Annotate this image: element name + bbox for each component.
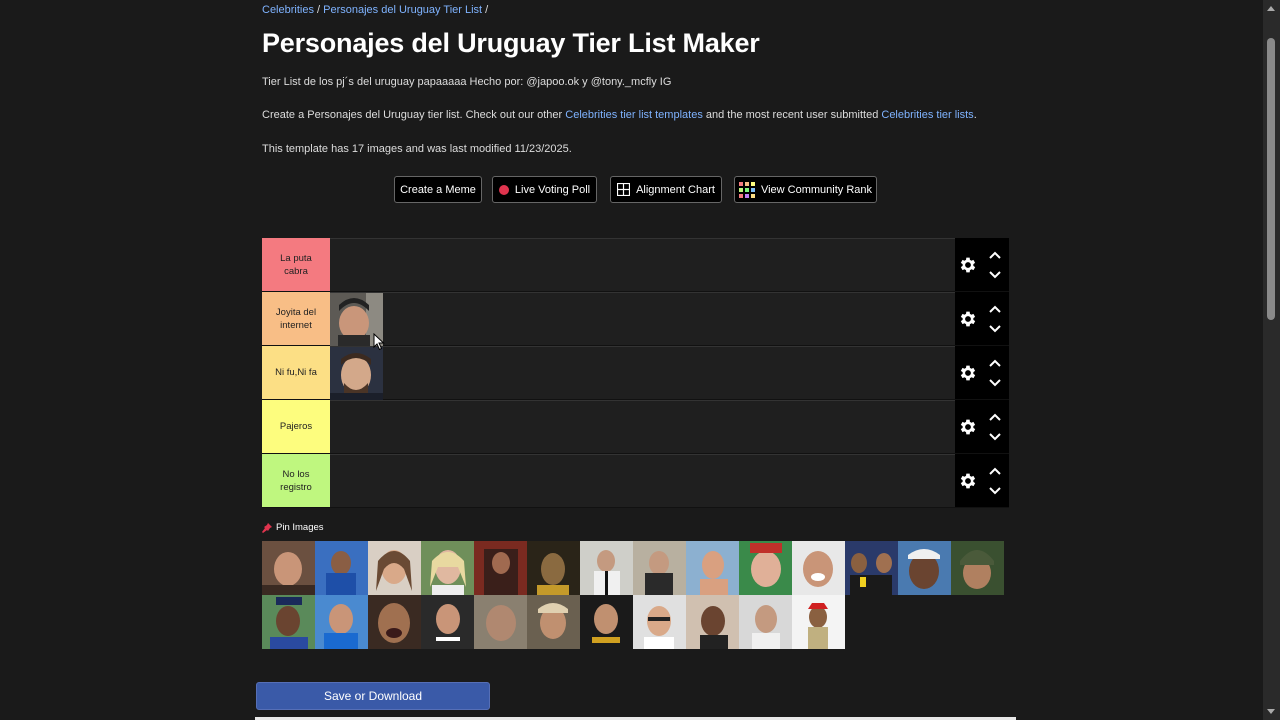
chevron-up-icon[interactable] <box>988 358 1002 368</box>
tier-label[interactable]: Pajeros <box>262 400 330 453</box>
live-voting-poll-button[interactable]: Live Voting Poll <box>492 176 597 203</box>
create-text: and the most recent user submitted <box>702 109 882 121</box>
pool-image[interactable] <box>951 541 1004 595</box>
tier-row: No los registro <box>262 454 1009 508</box>
gear-icon[interactable] <box>958 309 978 329</box>
tier-items-dropzone[interactable] <box>330 292 955 346</box>
pool-image[interactable] <box>474 595 527 649</box>
pool-image[interactable] <box>368 595 421 649</box>
pool-image[interactable] <box>421 541 474 595</box>
tier-controls <box>955 400 1009 453</box>
chevron-up-icon[interactable] <box>988 304 1002 314</box>
tier-items-dropzone[interactable] <box>330 238 955 291</box>
tier-row: Pajeros <box>262 400 1009 454</box>
gear-icon[interactable] <box>958 255 978 275</box>
scroll-thumb[interactable] <box>1267 38 1275 320</box>
template-description: Tier List de los pj´s del uruguay papaaa… <box>262 76 672 88</box>
chevron-down-icon[interactable] <box>988 486 1002 496</box>
pool-image[interactable] <box>686 595 739 649</box>
color-grid-icon <box>738 181 755 198</box>
image-pool-grid <box>262 541 1004 649</box>
alignment-chart-button[interactable]: Alignment Chart <box>610 176 722 203</box>
celebrities-tierlists-link[interactable]: Celebrities tier lists <box>881 109 973 121</box>
chevron-down-icon[interactable] <box>988 432 1002 442</box>
pool-image[interactable] <box>739 541 792 595</box>
pool-image[interactable] <box>792 595 845 649</box>
pin-images-toggle[interactable]: Pin Images <box>262 522 324 533</box>
scroll-down-arrow-icon[interactable] <box>1267 709 1275 714</box>
tier-label[interactable]: Ni fu,Ni fa <box>262 346 330 399</box>
pool-image[interactable] <box>792 541 845 595</box>
pool-image[interactable] <box>315 595 368 649</box>
celebrities-templates-link[interactable]: Celebrities tier list templates <box>565 109 703 121</box>
live-dot-icon <box>498 184 509 195</box>
breadcrumb-separator: / <box>313 4 324 16</box>
pool-image[interactable] <box>421 595 474 649</box>
pool-image[interactable] <box>633 541 686 595</box>
pool-image[interactable] <box>898 541 951 595</box>
pin-images-label: Pin Images <box>276 522 324 533</box>
chevron-down-icon[interactable] <box>988 378 1002 388</box>
create-meme-button[interactable]: Create a Meme <box>394 176 482 203</box>
tier-list: La puta cabra Joyita del internet Ni fu,… <box>262 238 1009 508</box>
create-text: Create a Personajes del Uruguay tier lis… <box>262 109 566 121</box>
scroll-up-arrow-icon[interactable] <box>1267 6 1275 11</box>
grid-icon <box>617 183 631 196</box>
save-or-download-button[interactable]: Save or Download <box>256 682 490 710</box>
pool-image[interactable] <box>315 541 368 595</box>
pool-image[interactable] <box>474 541 527 595</box>
tier-item-image[interactable] <box>330 347 383 400</box>
template-info: This template has 17 images and was last… <box>262 143 572 155</box>
tier-label[interactable]: No los registro <box>262 454 330 507</box>
chevron-down-icon[interactable] <box>988 270 1002 280</box>
pool-image[interactable] <box>580 595 633 649</box>
page-title: Personajes del Uruguay Tier List Maker <box>262 28 760 58</box>
tier-row: Ni fu,Ni fa <box>262 346 1009 400</box>
breadcrumb: Celebrities / Personajes del Uruguay Tie… <box>262 4 488 16</box>
create-meme-label: Create a Meme <box>400 183 476 196</box>
pool-image[interactable] <box>527 595 580 649</box>
chevron-up-icon[interactable] <box>988 466 1002 476</box>
chevron-up-icon[interactable] <box>988 412 1002 422</box>
tier-label[interactable]: La puta cabra <box>262 238 330 291</box>
tier-items-dropzone[interactable] <box>330 346 955 400</box>
tier-items-dropzone[interactable] <box>330 400 955 453</box>
breadcrumb-celebrities-link[interactable]: Celebrities <box>262 4 314 16</box>
pool-image[interactable] <box>368 541 421 595</box>
view-community-rank-button[interactable]: View Community Rank <box>734 176 877 203</box>
create-text: . <box>973 109 977 121</box>
mouse-cursor-icon <box>373 333 385 351</box>
tier-label[interactable]: Joyita del internet <box>262 292 330 345</box>
tier-controls <box>955 454 1009 507</box>
pushpin-icon <box>262 522 272 533</box>
pool-image[interactable] <box>739 595 792 649</box>
pool-image[interactable] <box>580 541 633 595</box>
pool-image[interactable] <box>262 595 315 649</box>
chevron-up-icon[interactable] <box>988 250 1002 260</box>
chevron-down-icon[interactable] <box>988 324 1002 334</box>
tier-controls <box>955 346 1009 399</box>
gear-icon[interactable] <box>958 363 978 383</box>
page-scrollbar[interactable] <box>1263 0 1280 720</box>
tier-row: La puta cabra <box>262 238 1009 292</box>
pool-image[interactable] <box>633 595 686 649</box>
breadcrumb-separator: / <box>482 4 489 16</box>
pool-image[interactable] <box>845 541 898 595</box>
gear-icon[interactable] <box>958 417 978 437</box>
pool-image[interactable] <box>686 541 739 595</box>
pool-image[interactable] <box>527 541 580 595</box>
view-community-rank-label: View Community Rank <box>760 183 873 196</box>
tier-items-dropzone[interactable] <box>330 454 955 507</box>
gear-icon[interactable] <box>958 471 978 491</box>
breadcrumb-current-link[interactable]: Personajes del Uruguay Tier List <box>323 4 482 16</box>
tier-controls <box>955 292 1009 345</box>
tier-controls <box>955 238 1009 291</box>
pool-image[interactable] <box>262 541 315 595</box>
create-paragraph: Create a Personajes del Uruguay tier lis… <box>262 109 977 121</box>
alignment-chart-label: Alignment Chart <box>636 183 715 196</box>
image-pool <box>262 541 1009 654</box>
live-voting-poll-label: Live Voting Poll <box>514 183 591 196</box>
